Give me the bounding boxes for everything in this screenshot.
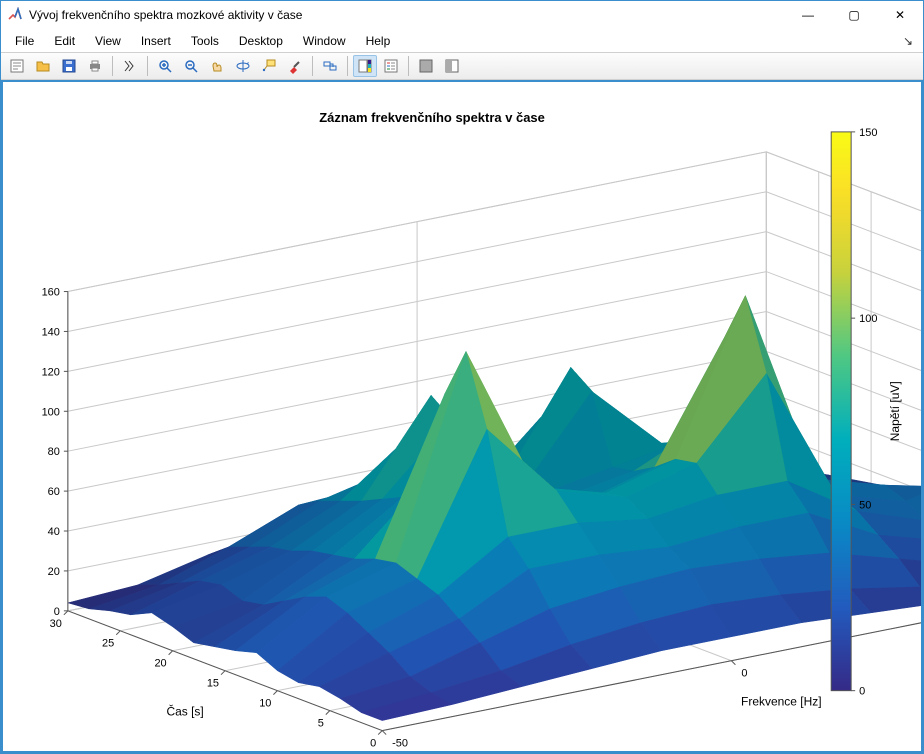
menu-insert[interactable]: Insert (131, 32, 181, 50)
pan-icon[interactable] (205, 55, 229, 77)
y-axis-label: Frekvence [Hz] (741, 695, 821, 709)
close-button[interactable]: ✕ (877, 1, 923, 30)
title-bar[interactable]: Vývoj frekvenčního spektra mozkové aktiv… (1, 1, 923, 30)
svg-text:100: 100 (42, 407, 60, 419)
link-icon[interactable] (318, 55, 342, 77)
show-tools-icon[interactable] (440, 55, 464, 77)
datatip-icon[interactable] (257, 55, 281, 77)
toolbar-separator (112, 56, 113, 76)
save-icon[interactable] (57, 55, 81, 77)
minimize-button[interactable]: — (785, 1, 831, 30)
close-icon: ✕ (895, 8, 905, 22)
print-icon[interactable] (83, 55, 107, 77)
menu-help[interactable]: Help (356, 32, 401, 50)
maximize-button[interactable]: ▢ (831, 1, 877, 30)
svg-text:5: 5 (318, 718, 324, 730)
svg-text:20: 20 (154, 658, 166, 670)
svg-text:80: 80 (48, 447, 60, 459)
toolbar-separator (147, 56, 148, 76)
minimize-icon: — (802, 8, 814, 22)
menu-edit[interactable]: Edit (44, 32, 85, 50)
new-figure-icon[interactable] (5, 55, 29, 77)
colorbar-icon[interactable] (353, 55, 377, 77)
matlab-icon (7, 7, 23, 23)
svg-text:40: 40 (48, 526, 60, 538)
x-axis-label: Čas [s] (166, 704, 203, 719)
figure-window: Vývoj frekvenčního spektra mozkové aktiv… (0, 0, 924, 754)
svg-text:0: 0 (859, 686, 865, 698)
toolbar-separator (408, 56, 409, 76)
plot-title: Záznam frekvenčního spektra v čase (319, 110, 545, 125)
menu-file[interactable]: File (5, 32, 44, 50)
figure-toolbar (1, 52, 923, 80)
zoom-out-icon[interactable] (179, 55, 203, 77)
svg-text:0: 0 (370, 738, 376, 750)
svg-text:20: 20 (48, 566, 60, 578)
svg-text:120: 120 (42, 367, 60, 379)
svg-text:15: 15 (207, 678, 219, 690)
menu-window[interactable]: Window (293, 32, 356, 50)
svg-text:60: 60 (48, 487, 60, 499)
svg-text:10: 10 (259, 698, 271, 710)
menu-bar: File Edit View Insert Tools Desktop Wind… (1, 30, 923, 53)
colorbar[interactable] (831, 132, 851, 691)
colorbar-label: Napětí [uV] (888, 382, 902, 442)
window-title: Vývoj frekvenčního spektra mozkové aktiv… (29, 8, 785, 22)
svg-text:150: 150 (859, 127, 877, 139)
svg-text:0: 0 (54, 606, 60, 618)
zoom-in-icon[interactable] (153, 55, 177, 77)
svg-text:-50: -50 (392, 738, 408, 750)
svg-text:140: 140 (42, 327, 60, 339)
window-controls: — ▢ ✕ (785, 1, 923, 30)
legend-icon[interactable] (379, 55, 403, 77)
rotate3d-icon[interactable] (231, 55, 255, 77)
edit-plot-icon[interactable] (118, 55, 142, 77)
figure-canvas[interactable]: 0 20 40 60 80 100 120 140 160 0 5 10 15 20 25 30 -50 0 50 Č… (1, 80, 923, 753)
svg-text:160: 160 (42, 287, 60, 299)
hide-tools-icon[interactable] (414, 55, 438, 77)
svg-text:25: 25 (102, 638, 114, 650)
toolbar-separator (312, 56, 313, 76)
dock-indicator-icon[interactable]: ↘ (897, 34, 919, 48)
toolbar-separator (347, 56, 348, 76)
open-icon[interactable] (31, 55, 55, 77)
menu-desktop[interactable]: Desktop (229, 32, 293, 50)
svg-text:30: 30 (50, 618, 62, 630)
brush-icon[interactable] (283, 55, 307, 77)
maximize-icon: ▢ (848, 8, 859, 22)
svg-text:0: 0 (741, 668, 747, 680)
svg-text:100: 100 (859, 314, 877, 326)
svg-text:50: 50 (859, 500, 871, 512)
menu-tools[interactable]: Tools (181, 32, 229, 50)
menu-view[interactable]: View (85, 32, 131, 50)
